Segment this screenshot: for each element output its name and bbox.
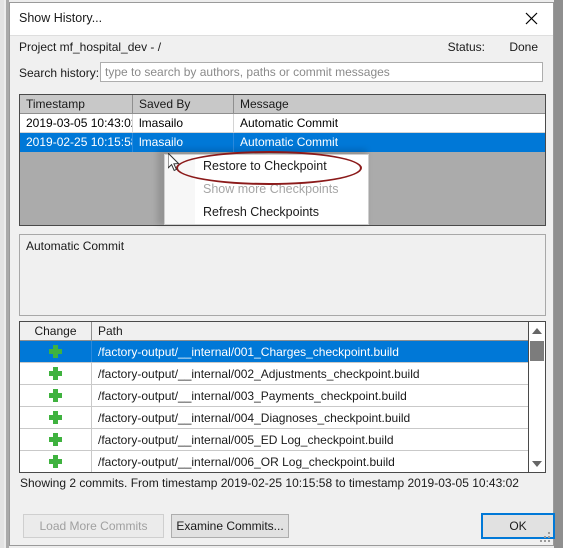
status-line: Showing 2 commits. From timestamp 2019-0… — [20, 476, 519, 490]
list-item[interactable]: /factory-output/__internal/005_ED Log_ch… — [20, 429, 528, 451]
column-header-timestamp[interactable]: Timestamp — [20, 95, 133, 113]
column-header-path[interactable]: Path — [92, 322, 528, 340]
plus-icon — [49, 455, 62, 468]
change-cell — [20, 341, 92, 362]
commits-table-header: Timestamp Saved By Message — [20, 95, 545, 114]
cell-message: Automatic Commit — [240, 116, 339, 130]
plus-icon — [49, 345, 62, 358]
triangle-up-icon — [532, 327, 542, 334]
change-cell — [20, 385, 92, 406]
files-table-body: Change Path /factory-output/__internal/0… — [20, 322, 528, 472]
close-button[interactable] — [509, 3, 553, 34]
list-item[interactable]: /factory-output/__internal/006_OR Log_ch… — [20, 451, 528, 472]
resize-grip[interactable] — [539, 531, 550, 542]
change-cell — [20, 429, 92, 450]
dialog-titlebar: Show History... — [10, 3, 553, 36]
backdrop-strip-left — [0, 0, 4, 548]
list-item[interactable]: /factory-output/__internal/001_Charges_c… — [20, 341, 528, 363]
path-cell: /factory-output/__internal/006_OR Log_ch… — [98, 455, 395, 469]
load-more-commits-button[interactable]: Load More Commits — [23, 514, 164, 538]
commit-message-panel[interactable]: Automatic Commit — [19, 234, 546, 316]
files-table-header: Change Path — [20, 322, 528, 341]
dialog-title: Show History... — [19, 11, 103, 25]
files-scrollbar[interactable] — [528, 322, 545, 472]
path-cell: /factory-output/__internal/004_Diagnoses… — [98, 411, 411, 425]
plus-icon — [49, 433, 62, 446]
load-more-commits-label: Load More Commits — [39, 519, 148, 533]
examine-commits-button[interactable]: Examine Commits... — [171, 514, 289, 538]
status-label: Status: — [447, 40, 485, 54]
column-header-saved-by[interactable]: Saved By — [133, 95, 234, 113]
plus-icon — [49, 367, 62, 380]
cell-timestamp: 2019-03-05 10:43:02 — [20, 114, 133, 133]
change-cell — [20, 363, 92, 384]
path-cell: /factory-output/__internal/001_Charges_c… — [98, 345, 399, 359]
menu-item-show-more-checkpoints: Show more Checkpoints — [203, 182, 339, 196]
backdrop-strip-right — [554, 0, 563, 548]
search-input[interactable] — [100, 62, 543, 82]
cell-saved-by: lmasailo — [133, 114, 234, 133]
column-header-change[interactable]: Change — [20, 322, 92, 340]
close-icon — [525, 12, 537, 25]
scrollbar-thumb[interactable] — [530, 341, 544, 361]
list-item[interactable]: /factory-output/__internal/004_Diagnoses… — [20, 407, 528, 429]
table-row[interactable]: 2019-03-05 10:43:02 lmasailo Automatic C… — [20, 114, 545, 133]
menu-item-restore-to-checkpoint[interactable]: Restore to Checkpoint — [165, 155, 368, 178]
list-item[interactable]: /factory-output/__internal/002_Adjustmen… — [20, 363, 528, 385]
search-row: Search history: — [10, 60, 553, 88]
context-menu[interactable]: Restore to Checkpoint Show more Checkpoi… — [164, 154, 369, 225]
triangle-down-icon — [532, 460, 542, 467]
path-cell: /factory-output/__internal/005_ED Log_ch… — [98, 433, 394, 447]
column-header-message[interactable]: Message — [234, 95, 545, 113]
plus-icon — [49, 389, 62, 402]
examine-commits-label: Examine Commits... — [176, 519, 284, 533]
mouse-cursor-icon — [168, 153, 180, 172]
change-cell — [20, 407, 92, 428]
path-cell: /factory-output/__internal/002_Adjustmen… — [98, 367, 420, 381]
search-label: Search history: — [19, 66, 100, 80]
project-status-row: Project mf_hospital_dev - / Status: Done — [10, 36, 553, 60]
change-cell — [20, 451, 92, 472]
changed-files-table[interactable]: Change Path /factory-output/__internal/0… — [19, 321, 546, 473]
cell-timestamp: 2019-02-25 10:15:58 — [20, 133, 133, 152]
menu-item-refresh-checkpoints[interactable]: Refresh Checkpoints — [165, 201, 368, 224]
project-label: Project mf_hospital_dev - / — [19, 40, 162, 54]
path-cell: /factory-output/__internal/003_Payments_… — [98, 389, 407, 403]
commit-message-text: Automatic Commit — [26, 239, 125, 253]
show-history-dialog: Show History... Project mf_hospital_dev … — [9, 2, 555, 546]
status-value: Done — [509, 40, 538, 54]
scroll-down-button[interactable] — [529, 455, 545, 472]
list-item[interactable]: /factory-output/__internal/003_Payments_… — [20, 385, 528, 407]
scroll-up-button[interactable] — [529, 322, 545, 339]
plus-icon — [49, 411, 62, 424]
